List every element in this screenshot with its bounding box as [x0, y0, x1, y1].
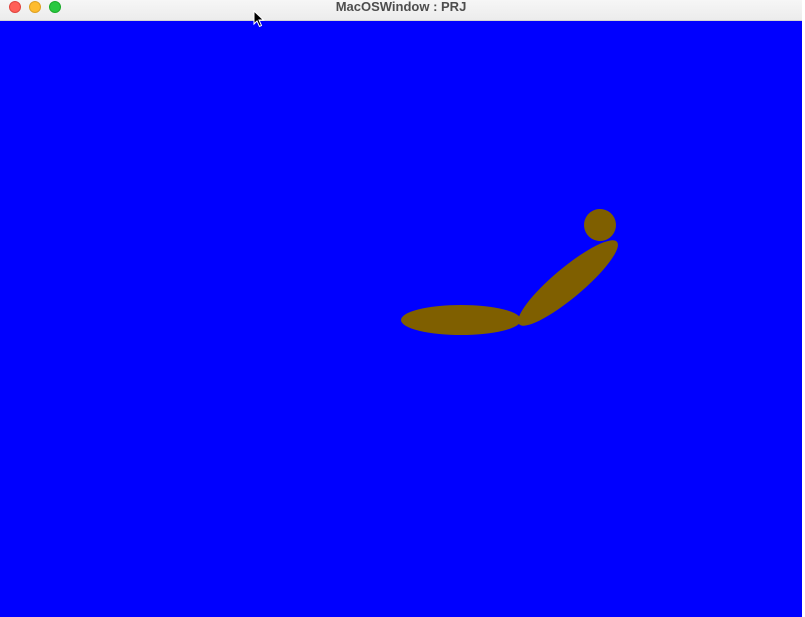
render-canvas[interactable] — [0, 21, 802, 617]
mouse-pointer-icon — [253, 10, 265, 28]
scene-svg — [401, 209, 618, 335]
lower-segment — [401, 305, 521, 335]
title-bar[interactable]: MacOSWindow : PRJ — [0, 0, 802, 21]
window-title: MacOSWindow : PRJ — [335, 0, 467, 14]
upper-segment — [518, 240, 618, 326]
head-segment — [584, 209, 616, 241]
app-window: MacOSWindow : PRJ — [0, 0, 802, 617]
